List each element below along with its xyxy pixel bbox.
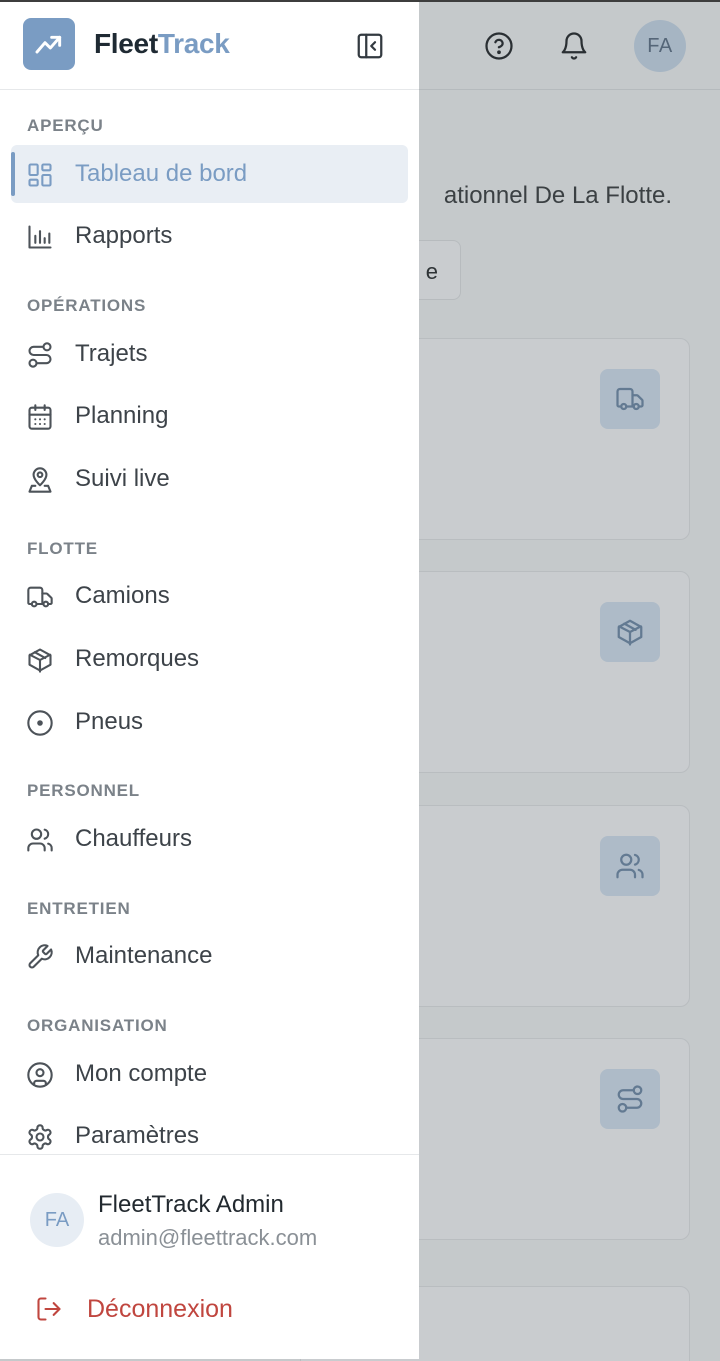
- sidebar-item-label: Rapports: [75, 222, 173, 249]
- logout-button[interactable]: Déconnexion: [22, 1283, 402, 1335]
- sidebar-item-tableau-de-bord[interactable]: Tableau de bord: [11, 145, 408, 203]
- gear-icon: [25, 1122, 55, 1152]
- section-title-personnel: PERSONNEL: [27, 781, 140, 800]
- package-icon: [25, 645, 55, 675]
- route-icon: [600, 1069, 660, 1129]
- sidebar-item-maintenance[interactable]: Maintenance: [11, 927, 408, 985]
- sidebar-item-label: Suivi live: [75, 465, 170, 492]
- sidebar-item-label: Trajets: [75, 340, 148, 367]
- sidebar-footer: FA FleetTrack Admin admin@fleettrack.com…: [0, 1154, 419, 1359]
- sidebar-item-planning[interactable]: Planning: [11, 387, 408, 445]
- sidebar-item-label: Camions: [75, 582, 170, 609]
- bar-chart-icon: [25, 222, 55, 252]
- sidebar-item-label: Pneus: [75, 708, 144, 735]
- truck-icon: [25, 582, 55, 612]
- sidebar-item-label: Chauffeurs: [75, 825, 192, 852]
- sidebar-item-label: Mon compte: [75, 1060, 208, 1087]
- dashboard-grid-icon: [25, 160, 55, 190]
- users-icon: [600, 836, 660, 896]
- collapse-sidebar-icon[interactable]: [352, 28, 388, 64]
- truck-icon: [600, 369, 660, 429]
- section-title-operations: OPÉRATIONS: [27, 296, 147, 315]
- help-icon[interactable]: [479, 24, 519, 68]
- tire-icon: [25, 708, 55, 738]
- section-title-entretien: ENTRETIEN: [27, 899, 131, 918]
- logout-label: Déconnexion: [87, 1295, 233, 1323]
- sidebar-header: FleetTrack: [0, 2, 419, 90]
- sidebar-item-camions[interactable]: Camions: [11, 567, 408, 625]
- section-title-flotte: FLOTTE: [27, 539, 98, 558]
- sidebar-item-rapports[interactable]: Rapports: [11, 207, 408, 265]
- user-name: FleetTrack Admin: [98, 1191, 284, 1218]
- section-title-organisation: ORGANISATION: [27, 1016, 168, 1035]
- sidebar-item-chauffeurs[interactable]: Chauffeurs: [11, 810, 408, 868]
- user-circle-icon: [25, 1060, 55, 1090]
- bell-icon[interactable]: [554, 24, 594, 68]
- top-edge: [0, 0, 720, 2]
- sidebar-item-suivi-live[interactable]: Suivi live: [11, 450, 408, 508]
- sidebar-item-pneus[interactable]: Pneus: [11, 693, 408, 751]
- sidebar-item-label: Maintenance: [75, 942, 213, 969]
- trending-up-logo-icon: [23, 18, 75, 70]
- user-avatar[interactable]: FA: [30, 1193, 84, 1247]
- sidebar-item-trajets[interactable]: Trajets: [11, 325, 408, 383]
- section-title-apercu: APERÇU: [27, 116, 104, 135]
- sidebar: FleetTrack APERÇU Tableau de bord Rappor…: [0, 2, 419, 1359]
- sidebar-item-label: Tableau de bord: [75, 160, 248, 187]
- logout-icon: [34, 1294, 64, 1324]
- sidebar-item-mon-compte[interactable]: Mon compte: [11, 1045, 408, 1103]
- map-pin-user-icon: [25, 465, 55, 495]
- user-email: admin@fleettrack.com: [98, 1225, 318, 1250]
- route-icon: [25, 340, 55, 370]
- wrench-icon: [25, 942, 55, 972]
- sidebar-item-label: Paramètres: [75, 1122, 200, 1149]
- package-icon: [600, 602, 660, 662]
- brand-part-2: Track: [157, 28, 230, 59]
- page-action-label: e: [425, 259, 438, 284]
- sidebar-item-label: Remorques: [75, 645, 200, 672]
- header-avatar[interactable]: FA: [634, 20, 686, 72]
- sidebar-item-label: Planning: [75, 402, 169, 429]
- brand-part-1: Fleet: [94, 28, 158, 59]
- sidebar-item-remorques[interactable]: Remorques: [11, 630, 408, 688]
- users-icon: [25, 825, 55, 855]
- brand-name: FleetTrack: [94, 28, 230, 60]
- calendar-icon: [25, 402, 55, 432]
